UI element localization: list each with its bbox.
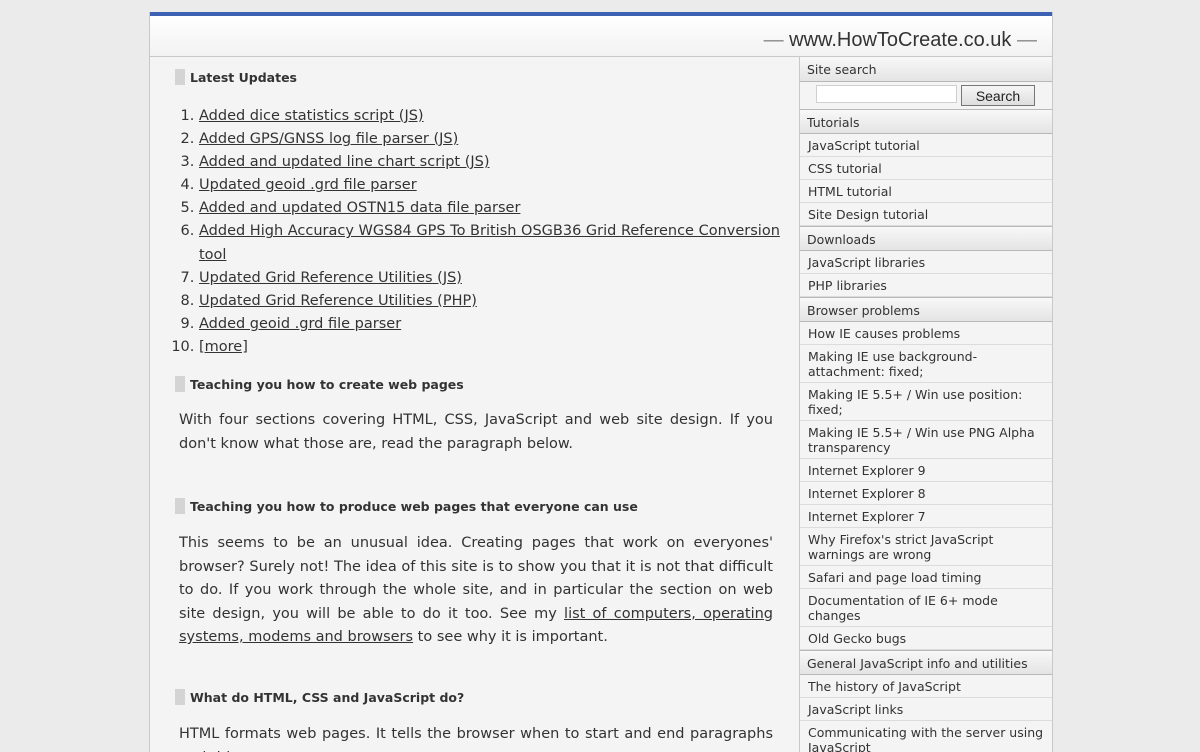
latest-updates-list: Added dice statistics script (JS) Added … [178,105,799,359]
update-link[interactable]: Added High Accuracy WGS84 GPS To British… [199,223,780,262]
list-item: Added and updated OSTN15 data file parse… [199,197,799,220]
latest-updates-heading-text: Latest Updates [190,70,297,85]
sidebar-item-ie-position-fixed[interactable]: Making IE 5.5+ / Win use position: fixed… [800,383,1052,421]
list-item: Added GPS/GNSS log file parser (JS) [199,128,799,151]
list-item: Added and updated line chart script (JS) [199,151,799,174]
latest-updates-section: Latest Updates [175,69,297,85]
list-item: [more] [199,336,799,359]
what-do-paragraph: HTML formats web pages. It tells the bro… [179,726,773,752]
main-content: Latest Updates Added dice statistics scr… [150,57,800,752]
sidebar-item-safari-timing[interactable]: Safari and page load timing [800,566,1052,589]
list-item: Added dice statistics script (JS) [199,105,799,128]
everyone-heading-text: Teaching you how to produce web pages th… [190,499,638,514]
teaching-paragraph: With four sections covering HTML, CSS, J… [179,412,773,452]
sidebar-item-ie7[interactable]: Internet Explorer 7 [800,505,1052,528]
update-link[interactable]: Updated Grid Reference Utilities (JS) [199,270,462,286]
update-link[interactable]: Added dice statistics script (JS) [199,108,424,124]
everyone-heading: Teaching you how to produce web pages th… [175,498,638,514]
update-link[interactable]: Updated geoid .grd file parser [199,177,417,193]
title-dash-right: — [1017,29,1037,51]
heading-marker [175,376,185,392]
sidebar-item-js-server-communication[interactable]: Communicating with the server using Java… [800,721,1052,752]
everyone-section: Teaching you how to produce web pages th… [175,498,638,514]
sidebar-item-php-libraries[interactable]: PHP libraries [800,274,1052,297]
sidebar-item-javascript-tutorial[interactable]: JavaScript tutorial [800,134,1052,157]
what-do-section: What do HTML, CSS and JavaScript do? [175,689,465,705]
sidebar-item-js-history[interactable]: The history of JavaScript [800,675,1052,698]
what-do-heading-text: What do HTML, CSS and JavaScript do? [190,690,465,705]
site-search-heading: Site search [800,57,1052,82]
update-link[interactable]: Added GPS/GNSS log file parser (JS) [199,131,458,147]
update-link[interactable]: Added geoid .grd file parser [199,316,401,332]
browser-problems-heading: Browser problems [800,297,1052,322]
title-dash-left: — [763,29,784,51]
site-header: — www.HowToCreate.co.uk — [150,16,1052,57]
sidebar-item-firefox-warnings[interactable]: Why Firefox's strict JavaScript warnings… [800,528,1052,566]
page-container: — www.HowToCreate.co.uk — Latest Updates… [149,12,1053,752]
sidebar-item-ie-png-alpha[interactable]: Making IE 5.5+ / Win use PNG Alpha trans… [800,421,1052,459]
site-title-text[interactable]: www.HowToCreate.co.uk [789,29,1011,51]
update-link[interactable]: Added and updated OSTN15 data file parse… [199,200,520,216]
list-item: Added geoid .grd file parser [199,313,799,336]
list-item: Updated geoid .grd file parser [199,174,799,197]
update-link[interactable]: Updated Grid Reference Utilities (PHP) [199,293,477,309]
downloads-heading: Downloads [800,226,1052,251]
search-button[interactable]: Search [961,85,1035,106]
teaching-section: Teaching you how to create web pages [175,376,464,392]
sidebar-item-javascript-libraries[interactable]: JavaScript libraries [800,251,1052,274]
sidebar-item-css-tutorial[interactable]: CSS tutorial [800,157,1052,180]
heading-marker [175,69,185,85]
everyone-paragraph: This seems to be an unusual idea. Creati… [179,532,773,650]
sidebar-item-ie-background-attachment[interactable]: Making IE use background-attachment: fix… [800,345,1052,383]
what-do-heading: What do HTML, CSS and JavaScript do? [175,689,465,705]
list-item: Updated Grid Reference Utilities (PHP) [199,290,799,313]
sidebar: Site search Search Tutorials JavaScript … [800,57,1052,752]
everyone-text-after: to see why it is important. [413,629,608,645]
sidebar-item-ie9[interactable]: Internet Explorer 9 [800,459,1052,482]
sidebar-item-ie8[interactable]: Internet Explorer 8 [800,482,1052,505]
sidebar-item-html-tutorial[interactable]: HTML tutorial [800,180,1052,203]
sidebar-item-ie6-mode-changes[interactable]: Documentation of IE 6+ mode changes [800,589,1052,627]
more-updates-link[interactable]: [more] [199,339,248,355]
sidebar-item-old-gecko-bugs[interactable]: Old Gecko bugs [800,627,1052,650]
search-form: Search [800,82,1052,109]
latest-updates-heading: Latest Updates [175,69,297,85]
teaching-heading-text: Teaching you how to create web pages [190,377,464,392]
list-item: Added High Accuracy WGS84 GPS To British… [199,220,799,266]
sidebar-item-site-design-tutorial[interactable]: Site Design tutorial [800,203,1052,226]
search-input[interactable] [816,85,957,103]
heading-marker [175,689,185,705]
list-item: Updated Grid Reference Utilities (JS) [199,267,799,290]
sidebar-item-ie-problems[interactable]: How IE causes problems [800,322,1052,345]
sidebar-item-js-links[interactable]: JavaScript links [800,698,1052,721]
update-link[interactable]: Added and updated line chart script (JS) [199,154,490,170]
site-title[interactable]: — www.HowToCreate.co.uk — [764,29,1037,52]
general-js-heading: General JavaScript info and utilities [800,650,1052,675]
tutorials-heading: Tutorials [800,109,1052,134]
heading-marker [175,498,185,514]
teaching-heading: Teaching you how to create web pages [175,376,464,392]
